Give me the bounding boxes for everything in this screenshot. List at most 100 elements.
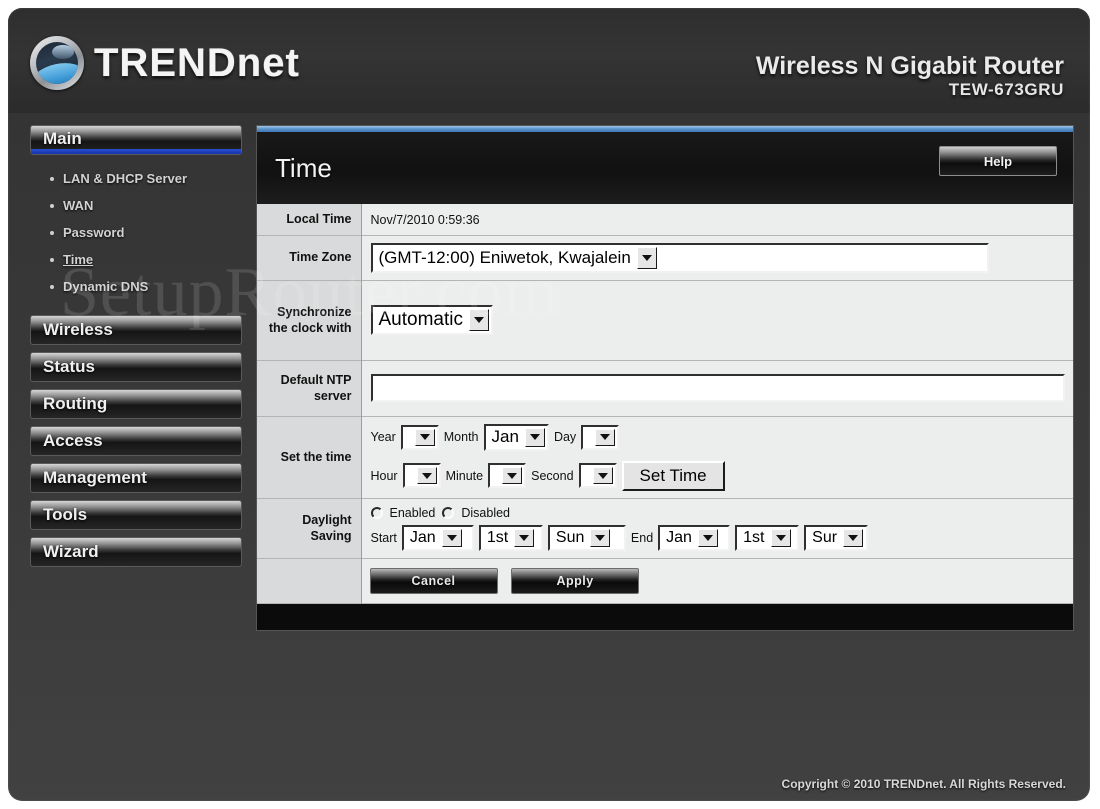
daylight-end-month-select[interactable]: Jan (658, 524, 731, 551)
daylight-start-month-select[interactable]: Jan (401, 524, 474, 551)
chevron-down-icon[interactable] (636, 246, 657, 269)
product-name: Wireless N Gigabit Router (755, 52, 1064, 80)
sidebar-section-main[interactable]: Main (30, 125, 242, 155)
local-time-label: Local Time (257, 204, 362, 236)
sync-clock-label: Synchronize the clock with (257, 280, 362, 361)
sidebar-item-label: Time (63, 252, 94, 267)
daylight-disabled-radio[interactable] (442, 506, 455, 519)
daylight-enabled-label: Enabled (389, 505, 436, 520)
apply-button[interactable]: Apply (511, 567, 640, 594)
row-actions: Cancel Apply (257, 558, 1073, 604)
day-select[interactable] (581, 424, 620, 450)
help-button[interactable]: Help (939, 146, 1057, 176)
nav-group-main: Main LAN & DHCP Server WAN Password Time… (30, 125, 242, 308)
sidebar-section-status[interactable]: Status (30, 352, 242, 382)
clock-fields: Hour Minute Second Set Time (371, 460, 1066, 491)
nav-group-routing: Routing (30, 389, 242, 419)
daylight-start-month-value: Jan (409, 528, 436, 546)
row-time-zone: Time Zone (GMT-12:00) Eniwetok, Kwajalei… (257, 235, 1073, 281)
sidebar-section-access-label: Access (43, 431, 103, 450)
set-the-time-value-cell: Year Month Jan Day Hour Minute Second Se… (361, 416, 1073, 499)
month-select[interactable]: Jan (483, 423, 549, 451)
cancel-button[interactable]: Cancel (369, 567, 498, 594)
daylight-start-week-select[interactable]: 1st (478, 524, 543, 551)
chevron-down-icon[interactable] (843, 528, 864, 547)
sidebar-section-wireless-label: Wireless (43, 320, 113, 339)
globe-inner (36, 42, 78, 84)
sync-clock-selected-value: Automatic (378, 309, 463, 331)
brand-wordmark: TRENDnet (94, 41, 300, 86)
hour-select[interactable] (402, 463, 441, 489)
chevron-down-icon[interactable] (441, 528, 462, 547)
nav-group-access: Access (30, 426, 242, 456)
daylight-enabled-radio[interactable] (370, 506, 383, 519)
page-header: TRENDnet Wireless N Gigabit Router TEW-6… (8, 8, 1090, 113)
sidebar-item-password[interactable]: Password (36, 219, 242, 246)
sidebar-item-label: Dynamic DNS (63, 279, 149, 294)
month-label: Month (443, 430, 479, 445)
sidebar-section-access[interactable]: Access (30, 426, 242, 456)
copyright-footer: Copyright © 2010 TRENDnet. All Rights Re… (781, 777, 1066, 791)
daylight-end-label: End (630, 530, 654, 545)
daylight-start-week-value: 1st (486, 528, 509, 546)
chevron-down-icon[interactable] (468, 309, 489, 332)
bullet-icon (50, 176, 54, 181)
sidebar-item-lan-dhcp-server[interactable]: LAN & DHCP Server (36, 165, 242, 192)
ntp-server-input[interactable] (370, 374, 1065, 403)
local-time-value-cell: Nov/7/2010 0:59:36 (361, 204, 1073, 236)
sidebar-item-time[interactable]: Time (36, 246, 242, 273)
nav-group-wireless: Wireless (30, 315, 242, 345)
daylight-end-week-select[interactable]: 1st (735, 524, 800, 551)
sidebar-item-wan[interactable]: WAN (36, 192, 242, 219)
minute-label: Minute (445, 468, 484, 483)
chevron-down-icon[interactable] (502, 467, 523, 485)
day-selected-value (583, 427, 595, 448)
page-title: Time (275, 152, 332, 183)
ntp-server-label: Default NTP server (257, 360, 362, 417)
time-zone-select[interactable]: (GMT-12:00) Eniwetok, Kwajalein (370, 242, 989, 273)
bullet-icon (50, 230, 54, 235)
brand-lower: net (236, 40, 300, 85)
daylight-range-fields: Start Jan 1st Sun End Jan 1st Sur (370, 524, 1066, 551)
sidebar-section-tools[interactable]: Tools (30, 500, 242, 530)
brand-upper: TREND (94, 40, 237, 85)
year-select[interactable] (400, 424, 439, 450)
sidebar-section-wireless[interactable]: Wireless (30, 315, 242, 345)
year-label: Year (370, 430, 396, 445)
sidebar-section-tools-label: Tools (43, 505, 88, 524)
chevron-down-icon[interactable] (524, 427, 545, 447)
sidebar-section-wizard[interactable]: Wizard (30, 537, 242, 567)
chevron-down-icon[interactable] (592, 467, 613, 485)
chevron-down-icon[interactable] (770, 528, 791, 547)
row-local-time: Local Time Nov/7/2010 0:59:36 (257, 204, 1073, 236)
sidebar-section-routing[interactable]: Routing (30, 389, 242, 419)
second-selected-value (581, 465, 593, 486)
bullet-icon (50, 284, 54, 289)
year-selected-value (403, 427, 415, 448)
time-zone-value-cell: (GMT-12:00) Eniwetok, Kwajalein (361, 235, 1073, 281)
chevron-down-icon[interactable] (590, 528, 611, 547)
chevron-down-icon[interactable] (414, 428, 435, 446)
sidebar-section-management-label: Management (43, 468, 147, 487)
minute-select[interactable] (488, 463, 527, 489)
sidebar-section-management[interactable]: Management (30, 463, 242, 493)
daylight-start-day-select[interactable]: Sun (547, 524, 626, 551)
daylight-end-day-select[interactable]: Sur (804, 524, 869, 551)
sidebar-item-dynamic-dns[interactable]: Dynamic DNS (36, 273, 242, 300)
chevron-down-icon[interactable] (697, 528, 718, 547)
daylight-start-label: Start (370, 530, 397, 545)
daylight-end-month-value: Jan (666, 528, 692, 546)
ntp-server-value-cell (361, 360, 1073, 417)
row-ntp-server: Default NTP server (257, 360, 1073, 417)
chevron-down-icon[interactable] (514, 528, 535, 547)
nav-group-tools: Tools (30, 500, 242, 530)
set-time-button[interactable]: Set Time (621, 460, 725, 491)
chevron-down-icon[interactable] (595, 428, 616, 446)
time-zone-label: Time Zone (257, 235, 362, 281)
time-settings-form: Local Time Nov/7/2010 0:59:36 Time Zone … (257, 204, 1073, 604)
second-select[interactable] (578, 463, 617, 489)
cancel-button-label: Cancel (411, 573, 456, 588)
sync-clock-select[interactable]: Automatic (370, 305, 493, 336)
sync-clock-value-cell: Automatic (361, 280, 1073, 361)
chevron-down-icon[interactable] (416, 467, 437, 485)
